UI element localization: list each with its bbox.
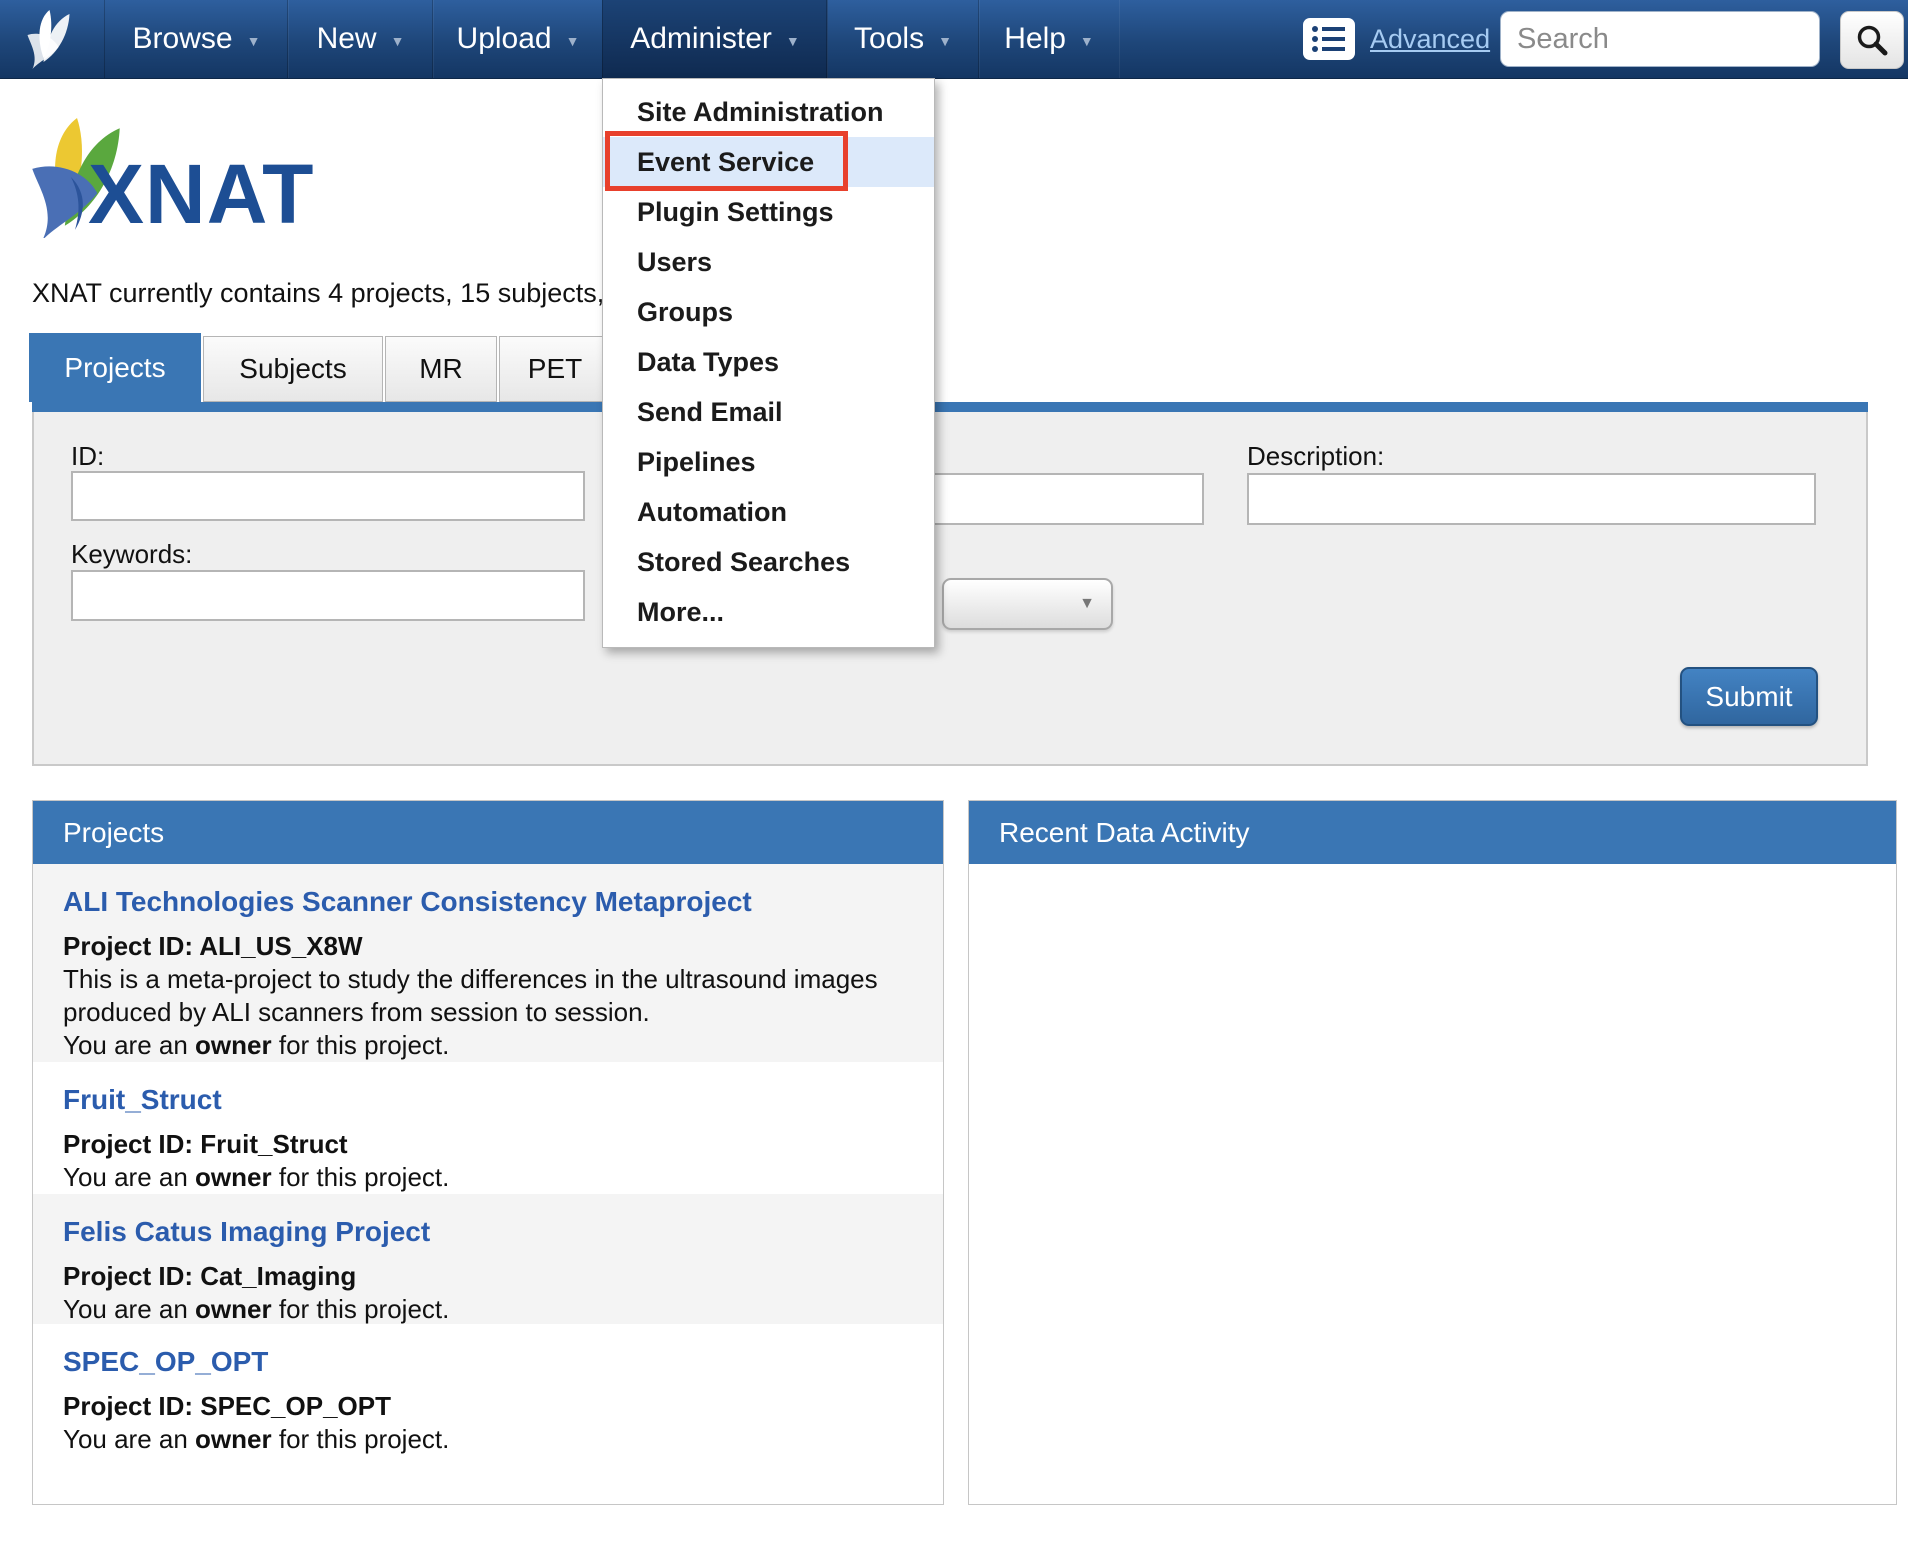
menu-item-users[interactable]: Users (603, 237, 934, 287)
stored-search-list-icon[interactable] (1302, 17, 1356, 61)
filter-select[interactable]: ▼ (942, 578, 1113, 630)
chevron-down-icon: ▼ (786, 33, 800, 49)
tab-projects[interactable]: Projects (29, 333, 201, 402)
menu-item-groups[interactable]: Groups (603, 287, 934, 337)
submit-button[interactable]: Submit (1680, 667, 1818, 726)
owner-suffix: for this project. (272, 1030, 450, 1060)
tab-pet[interactable]: PET (499, 336, 611, 402)
owner-prefix: You are an (63, 1294, 195, 1324)
advanced-search-area: Advanced (1302, 17, 1490, 61)
project-description: This is a meta-project to study the diff… (63, 963, 913, 1029)
chevron-down-icon: ▼ (247, 33, 261, 49)
nav-item-label: New (317, 22, 377, 56)
id-input[interactable] (71, 471, 585, 521)
tab-label: Projects (64, 352, 165, 384)
menu-item-more[interactable]: More... (603, 587, 934, 637)
project-owner-line: You are an owner for this project. (63, 1029, 913, 1062)
menu-item-event-service[interactable]: Event Service (603, 137, 934, 187)
menu-item-stored-searches[interactable]: Stored Searches (603, 537, 934, 587)
owner-suffix: for this project. (272, 1294, 450, 1324)
project-list-item: ALI Technologies Scanner Consistency Met… (33, 864, 943, 1062)
xnat-leaf-icon-white (20, 9, 78, 69)
project-link[interactable]: SPEC_OP_OPT (63, 1346, 913, 1378)
project-id-line: Project ID: Fruit_Struct (63, 1128, 913, 1161)
projects-panel-header: Projects (33, 801, 943, 864)
administer-dropdown-menu: Site Administration Event Service Plugin… (602, 78, 935, 648)
nav-item-label: Administer (630, 22, 772, 56)
chevron-down-icon: ▼ (391, 33, 405, 49)
search-input[interactable] (1500, 11, 1820, 67)
panel-title: Projects (63, 817, 164, 849)
owner-prefix: You are an (63, 1424, 195, 1454)
keywords-input[interactable] (71, 570, 585, 621)
menu-item-send-email[interactable]: Send Email (603, 387, 934, 437)
project-link[interactable]: Felis Catus Imaging Project (63, 1216, 913, 1248)
description-label: Description: (1247, 441, 1384, 472)
tab-label: Subjects (239, 353, 346, 385)
tab-subjects[interactable]: Subjects (203, 336, 383, 402)
project-list-item: SPEC_OP_OPT Project ID: SPEC_OP_OPT You … (33, 1324, 943, 1504)
chevron-down-icon: ▼ (566, 33, 580, 49)
project-link[interactable]: Fruit_Struct (63, 1084, 913, 1116)
project-owner-line: You are an owner for this project. (63, 1161, 913, 1194)
project-id-line: Project ID: Cat_Imaging (63, 1260, 913, 1293)
project-owner-line: You are an owner for this project. (63, 1293, 913, 1326)
menu-item-data-types[interactable]: Data Types (603, 337, 934, 387)
tab-label: MR (419, 353, 463, 385)
menu-item-site-administration[interactable]: Site Administration (603, 87, 934, 137)
select-caret-icon: ▼ (1079, 595, 1095, 613)
nav-item-label: Upload (457, 22, 552, 56)
panel-title: Recent Data Activity (999, 817, 1250, 849)
recent-data-activity-panel: Recent Data Activity (968, 800, 1897, 1505)
chevron-down-icon: ▼ (1080, 33, 1094, 49)
owner-suffix: for this project. (272, 1162, 450, 1192)
search-icon (1854, 22, 1890, 58)
owner-role: owner (195, 1030, 272, 1060)
nav-item-browse[interactable]: Browse ▼ (104, 0, 289, 78)
activity-panel-header: Recent Data Activity (969, 801, 1896, 864)
nav-item-help[interactable]: Help ▼ (978, 0, 1120, 78)
project-id-line: Project ID: ALI_US_X8W (63, 930, 913, 963)
project-list-item: Felis Catus Imaging Project Project ID: … (33, 1194, 943, 1324)
nav-item-new[interactable]: New ▼ (287, 0, 434, 78)
xnat-logo-text: XNAT (88, 146, 314, 243)
nav-item-administer[interactable]: Administer ▼ (602, 0, 828, 78)
chevron-down-icon: ▼ (938, 33, 952, 49)
project-owner-line: You are an owner for this project. (63, 1423, 913, 1456)
project-id-line: Project ID: SPEC_OP_OPT (63, 1390, 913, 1423)
tab-accent-bar (32, 402, 1868, 412)
owner-prefix: You are an (63, 1030, 195, 1060)
owner-suffix: for this project. (272, 1424, 450, 1454)
menu-item-plugin-settings[interactable]: Plugin Settings (603, 187, 934, 237)
owner-role: owner (195, 1162, 272, 1192)
top-navbar: Browse ▼ New ▼ Upload ▼ Administer ▼ Too… (0, 0, 1908, 79)
nav-item-label: Help (1004, 22, 1066, 56)
id-label: ID: (71, 441, 104, 472)
xnat-page: Browse ▼ New ▼ Upload ▼ Administer ▼ Too… (0, 0, 1908, 1546)
search-button[interactable] (1840, 11, 1904, 69)
project-search-form: ID: Description: Keywords: ▼ Submit (32, 412, 1868, 766)
owner-role: owner (195, 1294, 272, 1324)
keywords-label: Keywords: (71, 539, 192, 570)
nav-item-upload[interactable]: Upload ▼ (432, 0, 604, 78)
menu-item-automation[interactable]: Automation (603, 487, 934, 537)
nav-item-label: Browse (133, 22, 233, 56)
description-input[interactable] (1247, 473, 1816, 525)
tab-mr[interactable]: MR (385, 336, 497, 402)
owner-prefix: You are an (63, 1162, 195, 1192)
owner-role: owner (195, 1424, 272, 1454)
projects-panel: Projects ALI Technologies Scanner Consis… (32, 800, 944, 1505)
submit-label: Submit (1705, 681, 1792, 713)
site-status-text: XNAT currently contains 4 projects, 15 s… (32, 278, 627, 309)
advanced-link[interactable]: Advanced (1370, 24, 1490, 55)
nav-item-tools[interactable]: Tools ▼ (826, 0, 980, 78)
activity-panel-body (969, 864, 1896, 1504)
project-link[interactable]: ALI Technologies Scanner Consistency Met… (63, 886, 913, 918)
nav-item-label: Tools (854, 22, 924, 56)
project-list-item: Fruit_Struct Project ID: Fruit_Struct Yo… (33, 1062, 943, 1194)
tab-label: PET (528, 353, 582, 385)
menu-item-pipelines[interactable]: Pipelines (603, 437, 934, 487)
